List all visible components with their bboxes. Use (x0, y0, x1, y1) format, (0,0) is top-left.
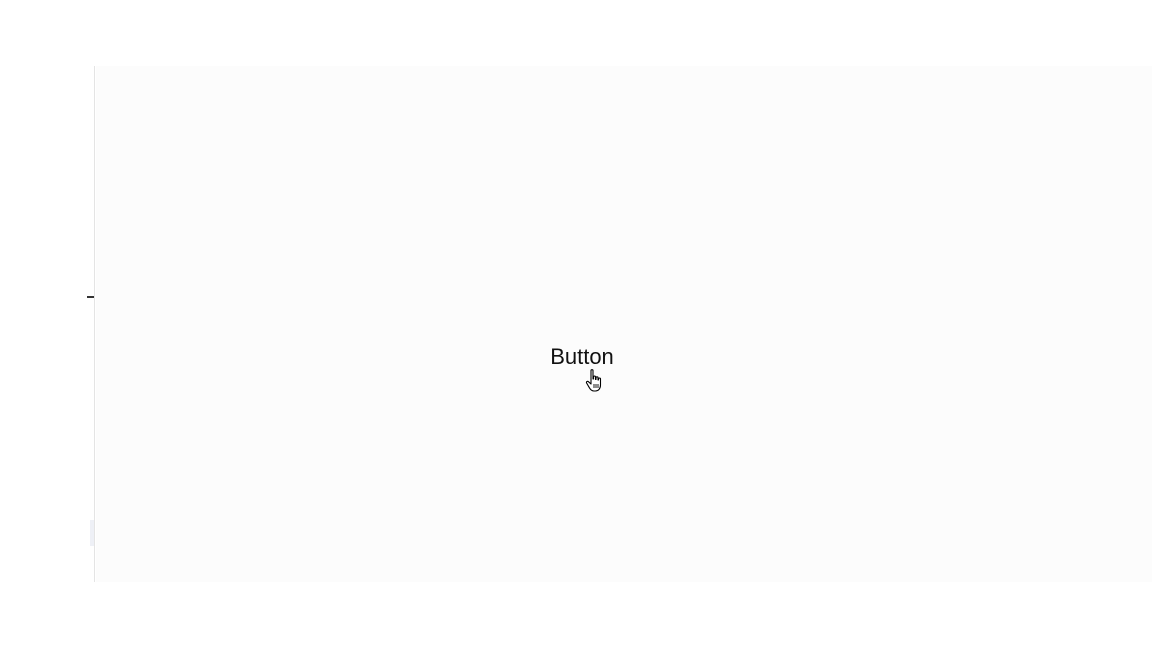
preview-canvas (96, 66, 1152, 582)
left-divider (94, 66, 95, 582)
demo-button[interactable]: Button (536, 338, 628, 376)
faint-marker (90, 520, 94, 546)
screen: Button (0, 0, 1152, 648)
ruler-tick (87, 296, 94, 298)
